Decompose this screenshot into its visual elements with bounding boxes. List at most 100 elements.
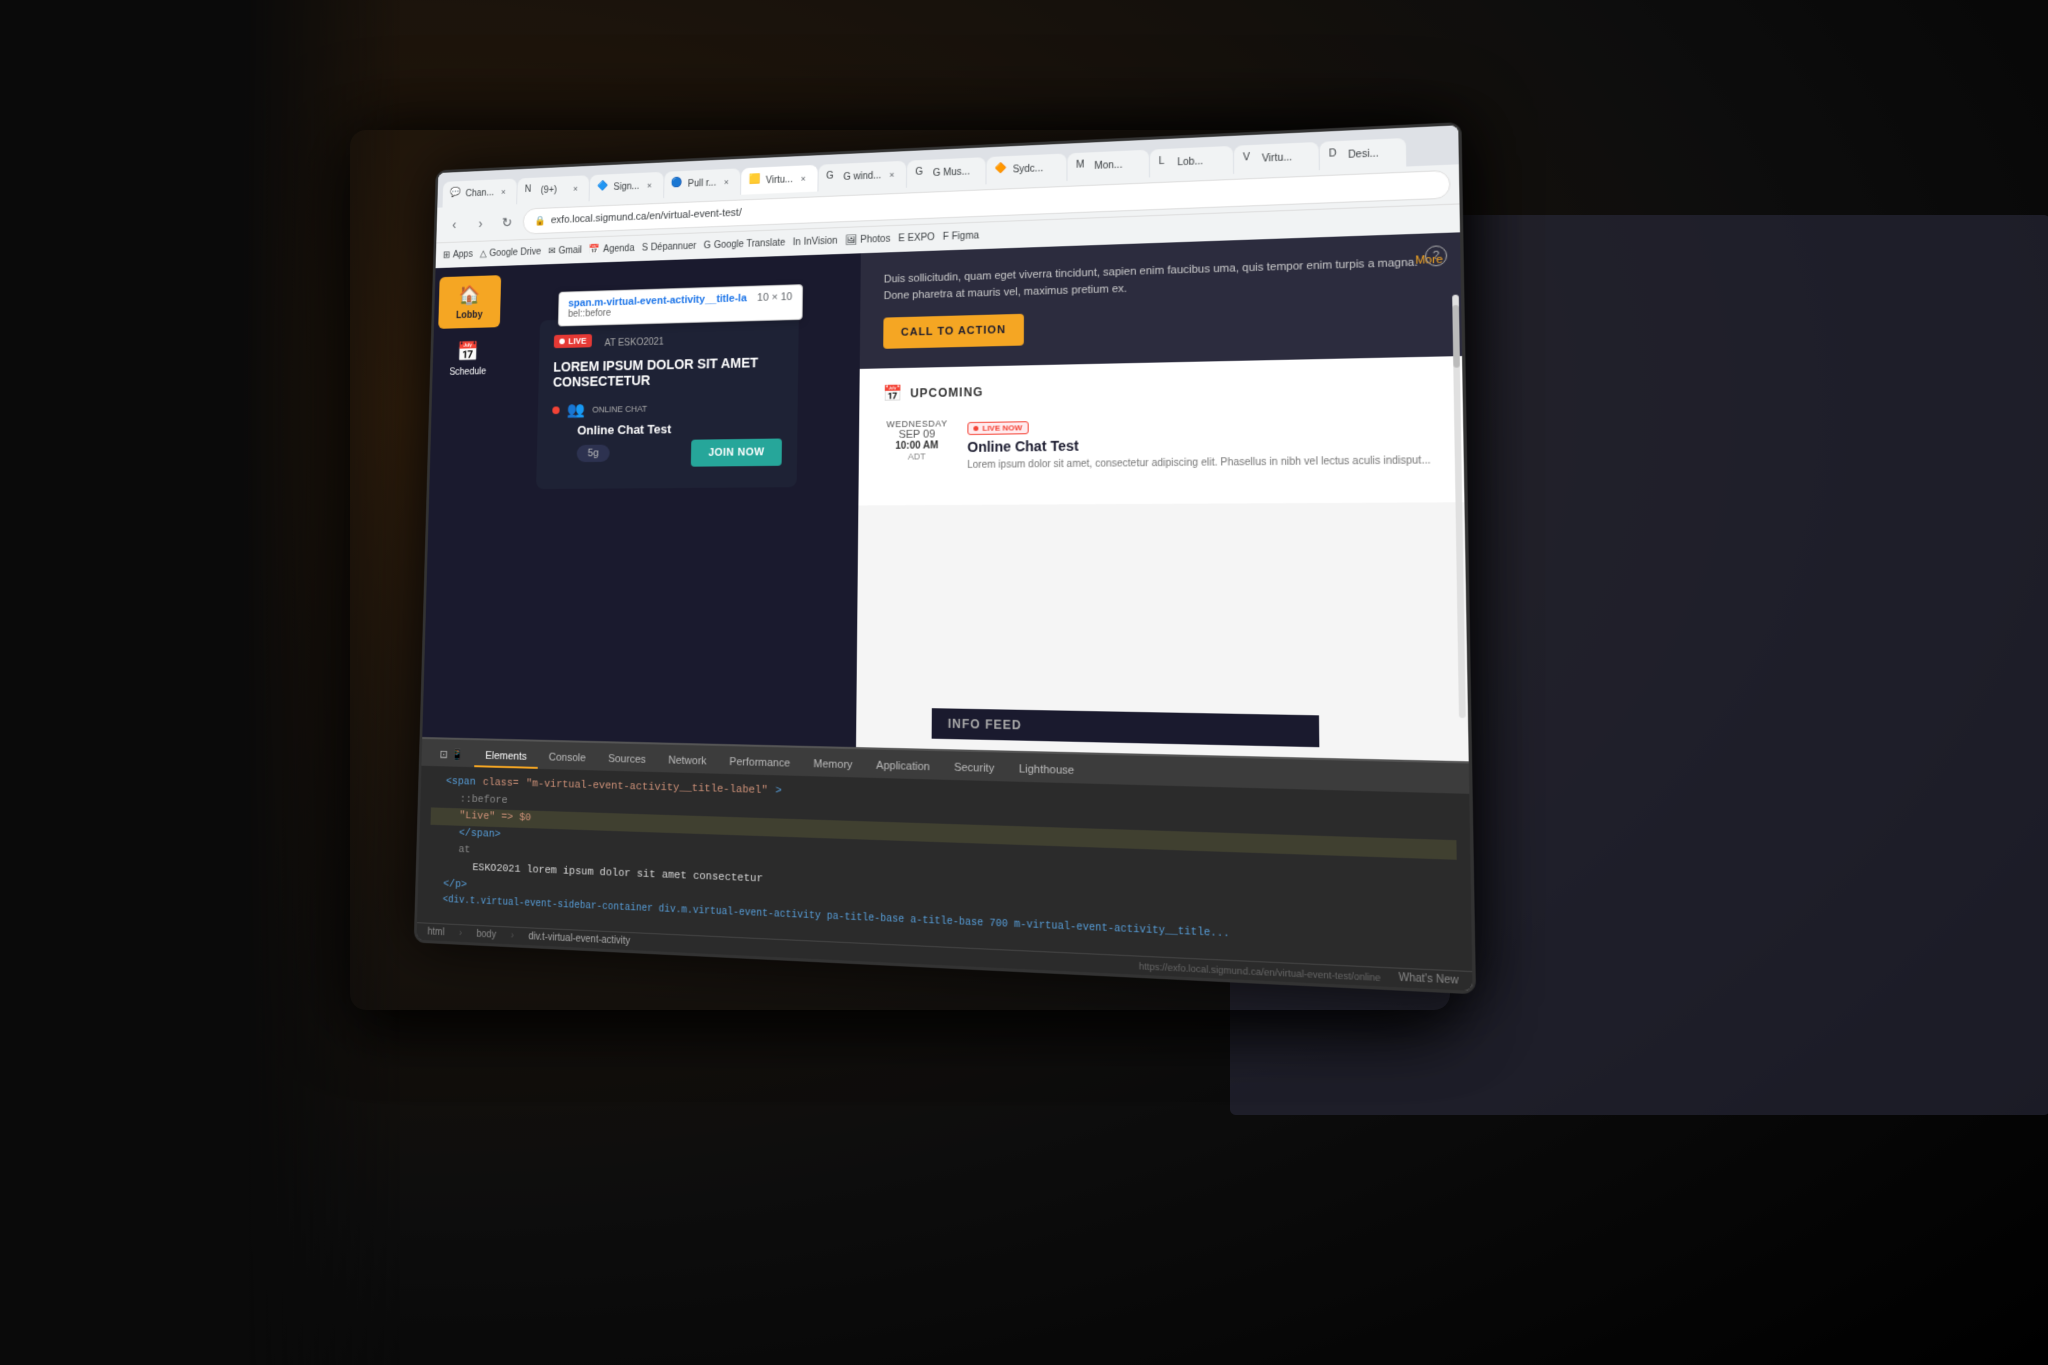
cta-button[interactable]: CALL TO ACTION xyxy=(883,314,1024,349)
at-label: AT ESKO2021 xyxy=(604,336,664,348)
section-header: 📅 UPCOMING xyxy=(883,373,1436,403)
chat-icon: 👥 xyxy=(567,400,585,419)
invision-icon: In xyxy=(793,237,801,248)
application-tab-label: Application xyxy=(876,760,930,774)
devtools-tab-network[interactable]: Network xyxy=(657,750,718,773)
devtools-tab-console[interactable]: Console xyxy=(537,747,597,770)
event-date-col: WEDNESDAY SEP 09 10:00 AM ADT xyxy=(882,418,951,461)
scroll-thumb xyxy=(1452,305,1460,368)
performance-tab-label: Performance xyxy=(729,756,790,770)
network-tab-label: Network xyxy=(668,755,706,768)
tab-favicon-virtu2: V xyxy=(1243,152,1258,167)
tab-close-gwind[interactable]: × xyxy=(885,168,899,182)
devtools-tab-memory[interactable]: Memory xyxy=(802,754,865,778)
tab-virtu2[interactable]: V Virtu... xyxy=(1234,142,1319,174)
tab-close-pull[interactable]: × xyxy=(720,175,733,189)
tab-sign[interactable]: 🔷 Sign... × xyxy=(590,172,664,201)
live-label: LIVE xyxy=(568,336,586,346)
reload-button[interactable]: ↻ xyxy=(496,211,518,234)
live-now-badge: LIVE NOW xyxy=(967,421,1028,435)
scroll-indicator[interactable] xyxy=(1452,295,1466,718)
sidebar-item-lobby[interactable]: 🏠 Lobby xyxy=(438,275,501,329)
join-now-button[interactable]: JOIN NOW xyxy=(691,438,782,466)
inspector-size: 10 × 10 xyxy=(757,291,792,304)
bottom-html[interactable]: html xyxy=(427,927,444,939)
bookmark-invision[interactable]: In InVision xyxy=(793,236,838,248)
bookmark-agenda[interactable]: 📅 Agenda xyxy=(589,243,635,255)
bottom-div[interactable]: div.t-virtual-event-activity xyxy=(528,931,630,947)
browser-screen: 💬 Chan... × N (9+) × 🔷 Sign... × 🔵 Pull … xyxy=(417,125,1473,991)
devtools-tab-elements[interactable]: Elements xyxy=(474,746,538,769)
tab-label-chan: Chan... xyxy=(465,187,494,198)
gdrive-icon: △ xyxy=(480,249,487,259)
devtools-tab-performance[interactable]: Performance xyxy=(718,752,802,776)
forward-button[interactable]: › xyxy=(470,212,492,235)
tab-label-desi: Desi... xyxy=(1348,148,1379,161)
devtools-tab-application[interactable]: Application xyxy=(864,755,942,779)
bookmark-photos[interactable]: 🖼 Photos xyxy=(845,234,890,246)
sidebar-schedule-label: Schedule xyxy=(449,367,486,378)
chevron-right-2-icon: › xyxy=(511,930,514,941)
bookmark-gmail[interactable]: ✉ Gmail xyxy=(548,245,582,256)
tab-gwind[interactable]: G G wind... × xyxy=(818,161,906,192)
expo-icon: E xyxy=(898,233,905,244)
bookmark-gdrive[interactable]: △ Google Drive xyxy=(480,247,541,259)
depanneur-icon: S xyxy=(642,243,648,254)
device-toolbar-icon: 📱 xyxy=(451,748,464,761)
tab-close-chan[interactable]: × xyxy=(497,185,510,198)
bottom-body[interactable]: body xyxy=(476,929,496,941)
tab-label-virtual: Virtu... xyxy=(766,174,793,186)
bookmark-figma[interactable]: F Figma xyxy=(943,231,979,243)
tab-label-pull: Pull r... xyxy=(688,177,716,189)
tab-favicon-gmus: G xyxy=(915,166,929,180)
tab-desi[interactable]: D Desi... xyxy=(1320,138,1407,170)
chat-name: Online Chat Test xyxy=(577,420,782,437)
agenda-icon: 📅 xyxy=(589,245,600,256)
event-time: 10:00 AM xyxy=(882,440,951,452)
bookmark-depanneur[interactable]: S Dépannuer xyxy=(642,241,697,253)
tab-close-notion[interactable]: × xyxy=(569,182,582,196)
laptop-screen: 💬 Chan... × N (9+) × 🔷 Sign... × 🔵 Pull … xyxy=(414,122,1476,994)
tab-favicon-sign: 🔷 xyxy=(597,181,610,195)
tab-lob[interactable]: L Lob... xyxy=(1150,146,1233,178)
bookmark-expo[interactable]: E EXPO xyxy=(898,232,935,244)
tab-sydc[interactable]: 🔶 Sydc... xyxy=(987,153,1067,184)
devtools-tab-sources[interactable]: Sources xyxy=(597,749,657,772)
bookmark-translate[interactable]: G Google Translate xyxy=(704,238,786,251)
bookmark-depanneur-label: Dépannuer xyxy=(651,241,697,253)
hero-section: Duis sollicitudin, quam eget viverra tin… xyxy=(860,232,1462,369)
event-desc: Lorem ipsum dolor sit amet, consectetur … xyxy=(967,454,1437,473)
select-element-icon: ⊡ xyxy=(439,748,448,761)
tab-favicon-pull: 🔵 xyxy=(671,177,684,191)
tab-label-virtu2: Virtu... xyxy=(1262,152,1292,164)
devtools-tab-select[interactable]: ⊡ 📱 xyxy=(429,744,475,767)
devtools-tab-security[interactable]: Security xyxy=(942,757,1007,781)
whats-new-label[interactable]: What's New xyxy=(1398,972,1458,987)
memory-tab-label: Memory xyxy=(813,758,852,771)
tab-favicon-gwind: G xyxy=(826,170,840,184)
tab-close-virtual[interactable]: × xyxy=(797,172,810,186)
upcoming-section: 📅 UPCOMING WEDNESDAY SEP 09 10:00 AM ADT xyxy=(858,356,1464,505)
figma-icon: F xyxy=(943,232,949,243)
address-text: exfo.local.sigmund.ca/en/virtual-event-t… xyxy=(551,207,742,226)
tab-mon[interactable]: M Mon... xyxy=(1068,150,1150,181)
sidebar-lobby-label: Lobby xyxy=(456,310,483,321)
tab-notion[interactable]: N (9+) × xyxy=(517,175,589,204)
code-span-open: <span xyxy=(431,774,475,792)
sidebar-item-schedule[interactable]: 📅 Schedule xyxy=(437,332,500,386)
tab-close-sign[interactable]: × xyxy=(643,179,656,193)
tab-pull[interactable]: 🔵 Pull r... × xyxy=(664,168,741,198)
devtools-tab-lighthouse[interactable]: Lighthouse xyxy=(1006,759,1086,784)
live-now-label: LIVE NOW xyxy=(982,423,1022,433)
online-chat-row: 👥 ONLINE CHAT xyxy=(552,397,782,420)
bookmark-expo-label: EXPO xyxy=(908,232,935,244)
bookmark-apps[interactable]: ⊞ Apps xyxy=(443,249,473,260)
tab-chan[interactable]: 💬 Chan... × xyxy=(443,179,518,208)
tab-virtual[interactable]: 🟨 Virtu... × xyxy=(741,165,817,195)
back-button[interactable]: ‹ xyxy=(443,213,465,236)
tab-gmus[interactable]: G G Mus... xyxy=(907,157,986,188)
home-icon: 🏠 xyxy=(459,283,482,307)
bookmark-agenda-label: Agenda xyxy=(603,243,635,254)
event-day: WEDNESDAY xyxy=(883,418,952,429)
code-at: at xyxy=(430,842,471,861)
